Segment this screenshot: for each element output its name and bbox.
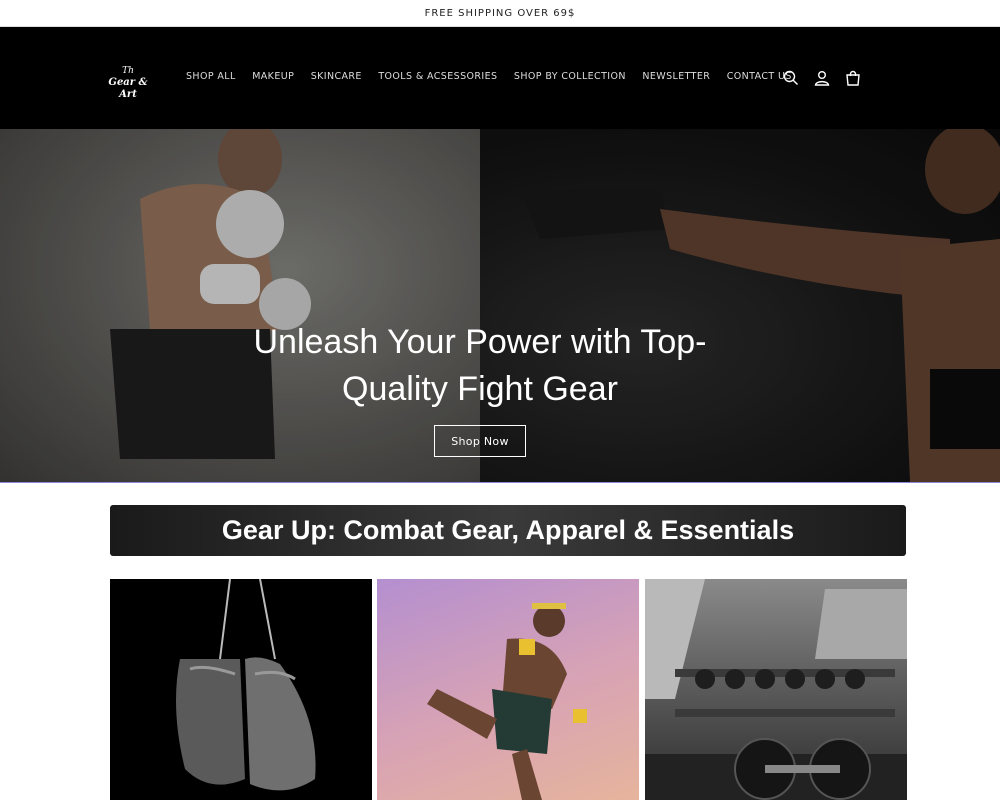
site-header: Th Gear & Art SHOP ALL MAKEUP SKINCARE T… xyxy=(0,27,1000,129)
hero-divider xyxy=(0,482,1000,483)
hero-banner: Unleash Your Power with Top-Quality Figh… xyxy=(0,129,1000,482)
nav-shop-all[interactable]: SHOP ALL xyxy=(186,71,236,82)
announcement-bar: FREE SHIPPING OVER 69$ xyxy=(0,0,1000,27)
nav-newsletter[interactable]: NEWSLETTER xyxy=(642,71,710,82)
boxing-gloves-image xyxy=(176,579,316,791)
account-icon[interactable] xyxy=(811,67,833,89)
nav-tools-accessories[interactable]: TOOLS & ACSESSORIES xyxy=(378,71,497,82)
logo-line-1: Th xyxy=(122,66,134,76)
muay-thai-fighter-image xyxy=(427,603,587,800)
gym-dumbbells-image xyxy=(645,579,907,800)
cart-icon[interactable] xyxy=(842,67,864,89)
collection-card-essentials[interactable] xyxy=(645,579,907,800)
store-logo[interactable]: Th Gear & Art xyxy=(100,65,156,101)
collection-heading: Gear Up: Combat Gear, Apparel & Essentia… xyxy=(221,515,795,545)
announcement-text: FREE SHIPPING OVER 69$ xyxy=(424,7,576,19)
nav-skincare[interactable]: SKINCARE xyxy=(311,71,362,82)
logo-line-2: Gear & Art xyxy=(108,77,148,100)
nav-shop-by-collection[interactable]: SHOP BY COLLECTION xyxy=(514,71,626,82)
collection-banner: Gear Up: Combat Gear, Apparel & Essentia… xyxy=(110,505,906,556)
search-icon[interactable] xyxy=(780,67,802,89)
header-icons xyxy=(780,67,873,89)
shop-now-button[interactable]: Shop Now xyxy=(434,425,526,457)
collection-card-gloves[interactable] xyxy=(110,579,372,800)
nav-makeup[interactable]: MAKEUP xyxy=(252,71,294,82)
hero-title: Unleash Your Power with Top-Quality Figh… xyxy=(253,323,707,408)
main-nav: SHOP ALL MAKEUP SKINCARE TOOLS & ACSESSO… xyxy=(186,71,808,82)
collection-card-apparel[interactable] xyxy=(377,579,639,800)
